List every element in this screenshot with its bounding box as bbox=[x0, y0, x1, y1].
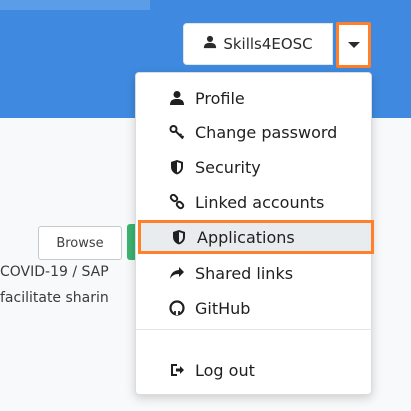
menu-divider bbox=[136, 329, 373, 330]
user-menu-toggle[interactable] bbox=[336, 22, 371, 68]
user-icon bbox=[203, 35, 217, 53]
header-accent bbox=[0, 0, 150, 10]
menu-item-shared-links[interactable]: Shared links bbox=[136, 256, 373, 290]
body-text-line-1: COVID-19 / SAP bbox=[0, 264, 109, 280]
menu-item-label: Change password bbox=[195, 122, 338, 142]
menu-item-label: GitHub bbox=[195, 298, 251, 318]
share-icon bbox=[168, 264, 186, 282]
menu-item-label: Profile bbox=[195, 88, 245, 108]
sign-out-icon bbox=[168, 361, 186, 379]
menu-item-label: Linked accounts bbox=[195, 192, 325, 212]
menu-item-applications[interactable]: Applications bbox=[138, 220, 374, 254]
key-icon bbox=[168, 123, 186, 141]
body-text-line-2: facilitate sharin bbox=[0, 290, 109, 306]
menu-item-log-out[interactable]: Log out bbox=[136, 353, 373, 387]
link-icon bbox=[168, 193, 186, 211]
shield-icon bbox=[168, 158, 186, 176]
menu-item-label: Security bbox=[195, 157, 261, 177]
shield-icon bbox=[170, 228, 188, 246]
user-icon bbox=[168, 89, 186, 107]
menu-item-label: Log out bbox=[195, 360, 255, 380]
user-menu-label: Skills4EOSC bbox=[223, 35, 313, 53]
menu-item-profile[interactable]: Profile bbox=[136, 81, 373, 115]
menu-item-label: Shared links bbox=[195, 263, 294, 283]
menu-item-security[interactable]: Security bbox=[136, 150, 373, 184]
menu-item-github[interactable]: GitHub bbox=[136, 291, 373, 325]
user-menu-button[interactable]: Skills4EOSC bbox=[183, 23, 333, 65]
caret-down-icon bbox=[347, 42, 360, 48]
github-icon bbox=[168, 299, 186, 317]
user-dropdown-menu: Profile Change password Security Linked … bbox=[135, 72, 374, 395]
menu-item-linked-accounts[interactable]: Linked accounts bbox=[136, 185, 373, 219]
browse-button[interactable]: Browse bbox=[38, 226, 122, 260]
menu-item-change-password[interactable]: Change password bbox=[136, 115, 373, 149]
menu-item-label: Applications bbox=[197, 227, 295, 247]
